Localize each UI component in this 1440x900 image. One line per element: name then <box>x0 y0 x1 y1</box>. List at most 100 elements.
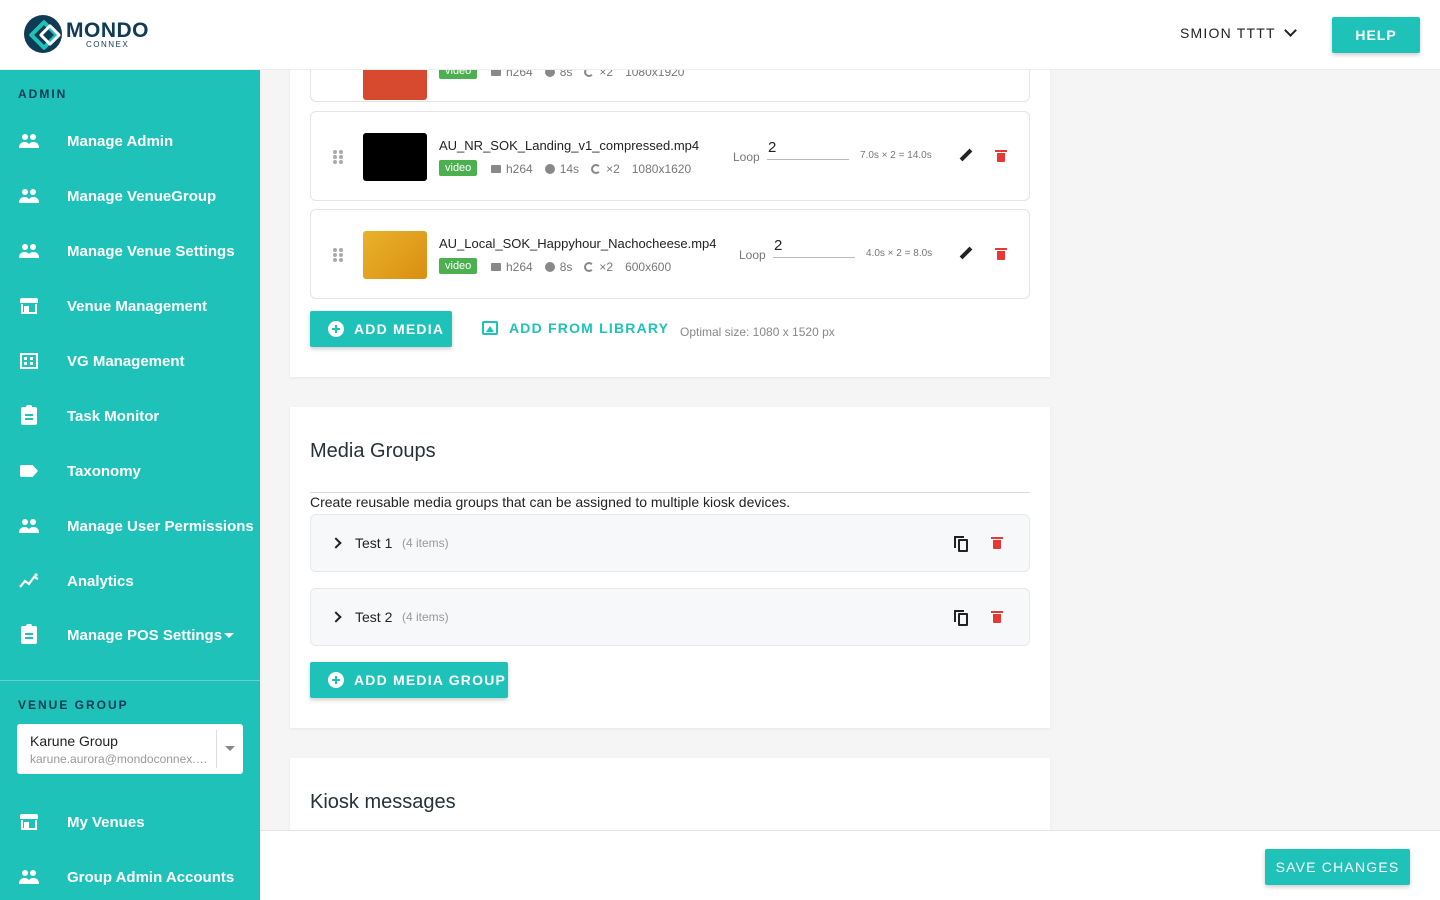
top-header: MONDO CONNEX SMION TTTT HELP <box>0 0 1440 70</box>
sidebar-item-venue-management[interactable]: Venue Management <box>0 286 260 326</box>
venue-group-email: karune.aurora@mondoconnex.com <box>30 752 212 766</box>
people-icon <box>19 133 39 149</box>
sidebar-item-label: Manage Admin <box>67 132 174 150</box>
copy-icon[interactable] <box>954 610 968 626</box>
add-circle-icon <box>328 672 344 688</box>
media-thumbnail <box>363 231 427 279</box>
add-from-library-button[interactable]: ADD FROM LIBRARY <box>482 320 669 336</box>
loop-icon <box>591 164 602 174</box>
mondo-connex-logo[interactable]: MONDO CONNEX <box>24 14 149 54</box>
video-camera-icon <box>491 263 501 271</box>
delete-icon[interactable] <box>995 248 1007 260</box>
drag-handle-icon[interactable] <box>333 248 343 262</box>
media-type-badge: video <box>439 160 478 176</box>
media-filename: AU_Local_SOK_Happyhour_Nachocheese.mp4 <box>439 236 717 251</box>
save-changes-button[interactable]: SAVE CHANGES <box>1265 849 1410 885</box>
venue-group-name: Karune Group <box>30 733 118 749</box>
media-meta: h264 14s ×2 1080x1620 <box>491 162 691 176</box>
admin-section-label: ADMIN <box>18 87 68 101</box>
logo-mark-icon <box>24 15 62 53</box>
clipboard-icon <box>19 405 39 425</box>
delete-icon[interactable] <box>991 537 1003 549</box>
sidebar-item-vg-management[interactable]: VG Management <box>0 341 260 381</box>
analytics-icon <box>19 573 39 589</box>
loop-duration-calc: 7.0s × 2 = 14.0s <box>860 150 932 161</box>
sidebar-item-analytics[interactable]: Analytics <box>0 561 260 601</box>
sidebar-item-manage-venue-settings[interactable]: Manage Venue Settings <box>0 231 260 271</box>
people-icon <box>19 518 39 534</box>
select-separator <box>216 730 217 768</box>
venue-group-section-label: VENUE GROUP <box>18 698 129 712</box>
sidebar-item-label: Group Admin Accounts <box>67 868 235 886</box>
people-icon <box>19 869 39 885</box>
help-button[interactable]: HELP <box>1332 17 1420 53</box>
chevron-right-icon[interactable] <box>330 537 342 549</box>
loop-count-input[interactable] <box>773 234 855 258</box>
timer-icon <box>544 262 555 272</box>
clipboard-icon <box>19 624 39 644</box>
add-media-group-button[interactable]: ADD MEDIA GROUP <box>310 662 508 698</box>
media-group-count: (4 items) <box>402 610 449 624</box>
loop-label: Loop <box>733 150 760 164</box>
sidebar-divider <box>0 680 260 681</box>
sidebar-item-manage-venuegroup[interactable]: Manage VenueGroup <box>0 176 260 216</box>
store-icon <box>19 814 39 830</box>
media-group-name: Test 2 <box>355 609 393 625</box>
edit-icon[interactable] <box>959 149 973 163</box>
caret-down-icon <box>224 632 234 638</box>
timer-icon <box>544 164 555 174</box>
sidebar-item-label: Taxonomy <box>67 462 141 480</box>
footer-bar: SAVE CHANGES <box>260 830 1440 900</box>
drag-handle-icon[interactable] <box>333 150 343 164</box>
store-icon <box>19 298 39 314</box>
image-library-icon <box>482 321 498 335</box>
video-camera-icon <box>491 165 501 173</box>
media-group-row[interactable]: Test 2 (4 items) <box>310 588 1030 646</box>
kiosk-messages-title: Kiosk messages <box>310 791 456 813</box>
logo-title: MONDO <box>66 18 149 42</box>
copy-icon[interactable] <box>954 536 968 552</box>
dropdown-arrow-icon[interactable] <box>225 746 235 751</box>
user-name: SMION TTTT <box>1180 25 1276 41</box>
tag-icon <box>19 463 39 479</box>
user-menu[interactable]: SMION TTTT <box>1180 24 1297 41</box>
optimal-size-hint: Optimal size: 1080 x 1520 px <box>680 325 835 339</box>
sidebar-item-label: Venue Management <box>67 297 208 315</box>
people-icon <box>19 243 39 259</box>
loop-icon <box>584 262 595 272</box>
chevron-right-icon[interactable] <box>330 611 342 623</box>
loop-count-input[interactable] <box>767 136 849 160</box>
sidebar-item-label: My Venues <box>67 813 145 831</box>
sidebar-item-label: Task Monitor <box>67 407 160 425</box>
building-icon <box>19 353 39 369</box>
chevron-down-icon <box>1283 24 1297 37</box>
loop-duration-calc: 4.0s × 2 = 8.0s <box>866 248 933 259</box>
sidebar-item-manage-admin[interactable]: Manage Admin <box>0 121 260 161</box>
sidebar-item-taxonomy[interactable]: Taxonomy <box>0 451 260 491</box>
sidebar-item-manage-pos-settings[interactable]: Manage POS Settings <box>0 615 260 655</box>
section-divider <box>310 492 1030 493</box>
sidebar-item-my-venues[interactable]: My Venues <box>0 802 260 842</box>
sidebar-item-manage-user-permissions[interactable]: Manage User Permissions <box>0 506 260 546</box>
sidebar-item-label: Manage Venue Settings <box>67 242 235 260</box>
sidebar-item-label: Manage VenueGroup <box>67 187 217 205</box>
delete-icon[interactable] <box>995 150 1007 162</box>
media-group-count: (4 items) <box>402 536 449 550</box>
media-group-name: Test 1 <box>355 535 393 551</box>
media-type-badge: video <box>439 258 478 274</box>
people-icon <box>19 188 39 204</box>
venue-group-select[interactable]: Karune Group karune.aurora@mondoconnex.c… <box>17 724 243 774</box>
media-row[interactable]: AU_Local_SOK_Happyhour_Nachocheese.mp4 v… <box>310 209 1030 299</box>
add-circle-icon <box>328 321 344 337</box>
logo-subtitle: CONNEX <box>86 39 130 49</box>
sidebar-item-task-monitor[interactable]: Task Monitor <box>0 396 260 436</box>
media-groups-description: Create reusable media groups that can be… <box>310 494 791 510</box>
sidebar-item-label: Analytics <box>67 572 134 590</box>
media-filename: AU_NR_SOK_Landing_v1_compressed.mp4 <box>439 138 700 153</box>
media-group-row[interactable]: Test 1 (4 items) <box>310 514 1030 572</box>
sidebar-item-group-admin-accounts[interactable]: Group Admin Accounts <box>0 857 260 897</box>
media-row[interactable]: AU_NR_SOK_Landing_v1_compressed.mp4 vide… <box>310 111 1030 201</box>
edit-icon[interactable] <box>959 247 973 261</box>
add-media-button[interactable]: ADD MEDIA <box>310 311 452 347</box>
delete-icon[interactable] <box>991 611 1003 623</box>
